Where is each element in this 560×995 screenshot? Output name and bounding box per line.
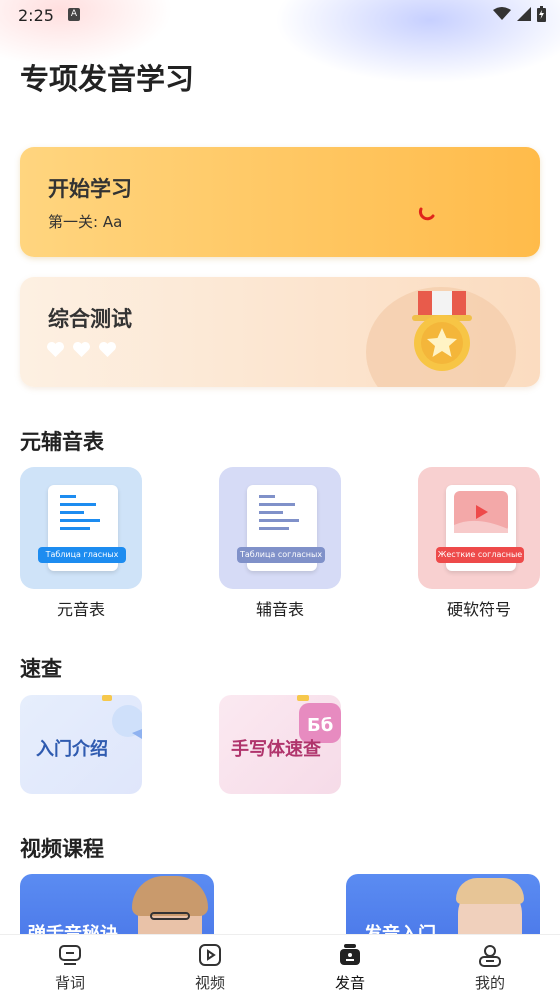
tab-video-label: 视频 [194,974,225,992]
battery-icon [537,6,546,22]
instructor-avatar [132,876,208,936]
start-learning-title: 开始学习 [48,177,132,201]
consonant-table-label: 辅音表 [255,600,304,619]
comprehensive-test-card[interactable]: 综合测试 [20,277,540,387]
handwriting-lookup-tile[interactable]: Бб 手写体速查 [219,695,341,794]
heart-icon [99,341,116,358]
hard-soft-sign-tag: Жесткие согласные [436,547,524,563]
vowel-table-tag: Таблица гласных [38,547,126,563]
start-learning-subtitle: 第一关: Aa [48,213,123,231]
hard-soft-sign-label: 硬软符号 [446,600,511,619]
bottom-tab-bar: 背词 视频 发音 我的 [0,934,560,995]
handwriting-lookup-label: 手写体速查 [231,739,321,760]
heart-icon [73,341,90,358]
quick-lookup-section-title: 速查 [20,657,62,681]
signal-icon [517,7,531,21]
loading-spinner-icon [418,207,435,221]
page-title: 专项发音学习 [20,62,195,96]
tab-words-label: 背词 [54,974,85,992]
tab-pronunciation[interactable]: 发音 [300,935,400,995]
document-lines-icon [259,495,299,530]
video-play-icon [199,944,221,966]
consonant-table-tag: Таблица согласных [237,547,325,563]
tab-words[interactable]: 背词 [20,935,120,995]
word-book-icon [59,945,81,965]
intro-label: 入门介绍 [36,739,108,760]
heart-icon [47,341,64,358]
tab-profile[interactable]: 我的 [440,935,540,995]
notification-a-icon: A [68,8,80,21]
medal-icon [412,291,472,371]
intro-tile[interactable]: 入门介绍 [20,695,142,794]
hearts-row [46,341,117,358]
profile-icon [479,945,501,967]
wifi-icon [493,7,511,20]
consonant-table-tile[interactable]: Таблица согласных [219,467,341,589]
hard-soft-sign-tile[interactable]: Жесткие согласные [418,467,540,589]
tab-profile-label: 我的 [474,974,505,992]
video-document-icon [454,491,508,533]
status-bar: 2:25 A [0,0,560,32]
tab-video[interactable]: 视频 [160,935,260,995]
status-time: 2:25 [18,6,54,25]
start-learning-card[interactable]: 开始学习 第一关: Aa [20,147,540,257]
vowel-table-tile[interactable]: Таблица гласных [20,467,142,589]
video-courses-section-title: 视频课程 [20,837,104,861]
svg-text:Бб: Бб [307,715,333,736]
video-card-trill[interactable]: 弹舌音秘诀 [20,874,214,936]
document-lines-icon [60,495,100,530]
video-card-intro[interactable]: 发音入门 [346,874,540,936]
instructor-avatar [456,878,524,936]
pronunciation-icon [340,944,360,965]
comprehensive-test-title: 综合测试 [48,307,132,331]
vowel-table-label: 元音表 [56,600,105,619]
tables-section-title: 元辅音表 [20,430,104,454]
tab-pronunciation-label: 发音 [334,974,365,992]
